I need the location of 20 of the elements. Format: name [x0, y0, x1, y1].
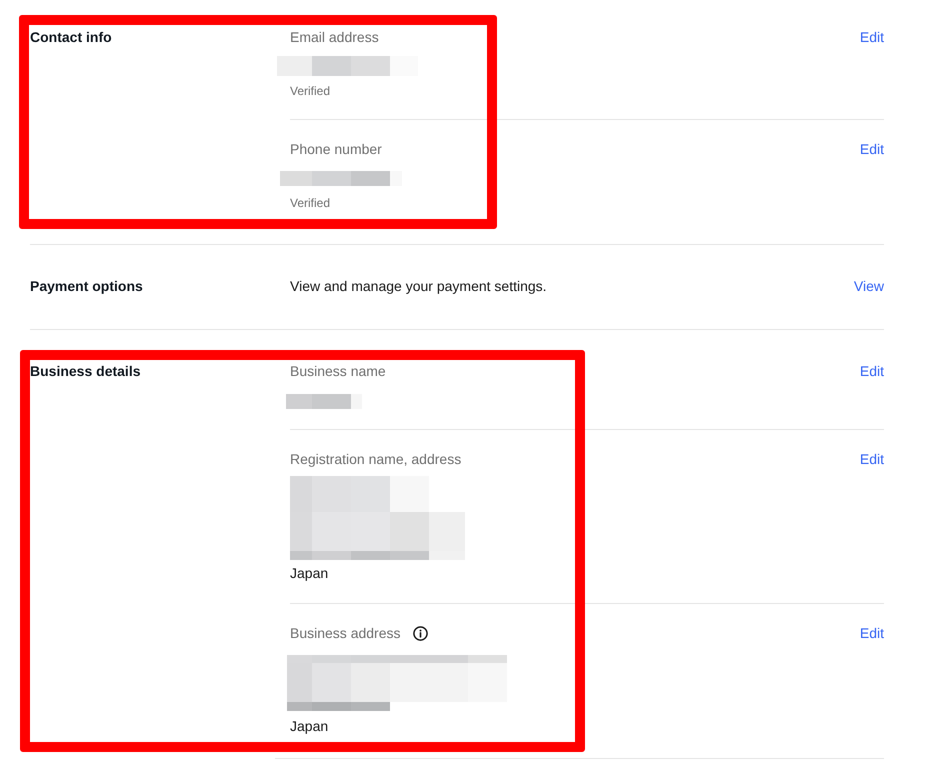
field-label: Phone number [290, 140, 382, 159]
field-label: Email address [290, 28, 379, 47]
field-label: Business address [290, 624, 401, 643]
edit-link[interactable]: Edit [860, 27, 884, 47]
section-description: View and manage your payment settings. [290, 277, 547, 296]
section-title: Business details [30, 362, 140, 381]
edit-link[interactable]: Edit [860, 139, 884, 159]
section-title: Payment options [30, 277, 143, 296]
field-label: Registration name, address [290, 450, 462, 469]
field-label: Business name [290, 362, 386, 381]
edit-link[interactable]: Edit [860, 449, 884, 469]
value-text: Japan [290, 564, 328, 583]
info-icon[interactable] [412, 626, 428, 640]
edit-link[interactable]: Edit [860, 361, 884, 381]
view-link[interactable]: View [854, 276, 884, 296]
section-title: Contact info [30, 28, 112, 47]
value-text: Japan [290, 717, 328, 736]
status-note: Verified [290, 195, 330, 211]
status-note: Verified [290, 83, 330, 99]
edit-link[interactable]: Edit [860, 623, 884, 643]
